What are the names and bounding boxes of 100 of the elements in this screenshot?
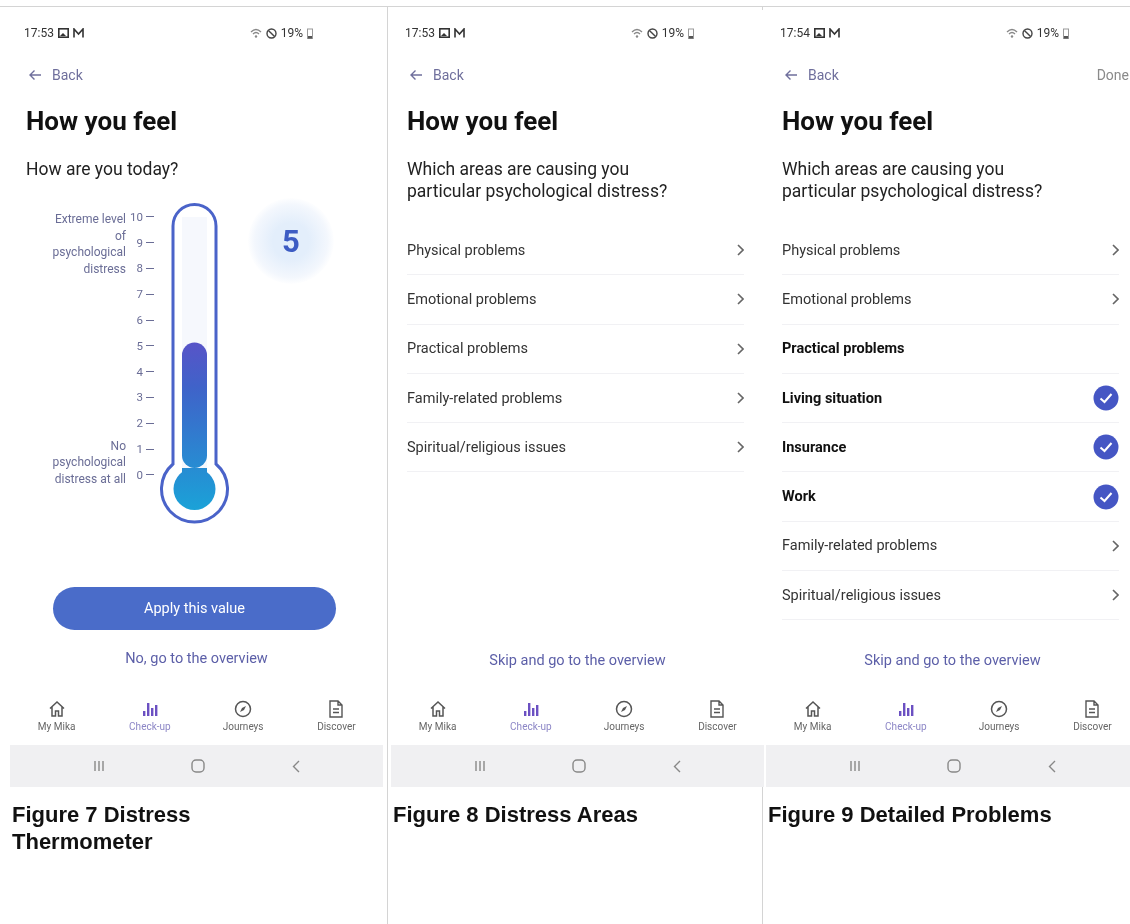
list-row[interactable]: Emotional problems xyxy=(407,275,744,325)
list-row[interactable]: Physical problems xyxy=(407,226,744,276)
category-label: Emotional problems xyxy=(782,290,912,308)
figure-caption: Figure 9 Detailed Problems xyxy=(767,801,1053,828)
back-arrow-icon xyxy=(784,69,798,81)
value-bubble: 5 xyxy=(248,198,334,284)
compass-icon xyxy=(615,700,634,718)
wifi-icon xyxy=(630,28,643,38)
home-button-icon[interactable] xyxy=(947,759,962,773)
overview-link[interactable]: No, go to the overview xyxy=(125,650,268,667)
document-icon xyxy=(328,700,345,718)
skip-link[interactable]: Skip and go to the overview xyxy=(489,652,666,669)
option-label: Living situation xyxy=(782,389,882,407)
done-link[interactable]: Done xyxy=(1096,67,1129,83)
do-not-disturb-icon xyxy=(265,27,277,39)
nav-tab[interactable]: Discover xyxy=(670,695,764,745)
status-time: 17:54 xyxy=(780,26,810,40)
document-icon xyxy=(709,700,726,718)
mail-icon xyxy=(72,28,84,38)
battery-icon xyxy=(1063,27,1069,39)
list-row[interactable]: Family-related problems xyxy=(782,521,1119,572)
category-label: Spiritual/religious issues xyxy=(407,438,567,456)
battery-icon xyxy=(688,27,694,39)
bar-chart-icon xyxy=(896,700,915,718)
back-button-icon[interactable] xyxy=(1047,759,1056,773)
checkbox-icon[interactable] xyxy=(1093,434,1119,461)
category-label: Physical problems xyxy=(407,241,526,259)
list-row[interactable]: Family-related problems xyxy=(407,373,744,424)
mail-icon xyxy=(828,28,840,38)
checkbox-icon[interactable] xyxy=(1093,385,1119,412)
scale-number: 1 xyxy=(136,442,143,457)
chevron-right-icon xyxy=(737,244,744,257)
battery-icon xyxy=(307,27,313,39)
option-label: Work xyxy=(782,488,816,506)
list-row[interactable]: Living situation xyxy=(782,373,1119,424)
question-text: Which areas are causing you particular psychological distress? xyxy=(782,158,1044,202)
nav-tab[interactable]: Journeys xyxy=(952,695,1046,745)
apply-button[interactable]: Apply this value xyxy=(53,587,336,630)
list-row[interactable]: Spiritual/religious issues xyxy=(782,571,1119,621)
wifi-icon xyxy=(249,28,262,38)
list-row[interactable]: Physical problems xyxy=(782,226,1119,276)
battery-percent: 19% xyxy=(280,26,303,40)
list-row[interactable]: Work xyxy=(782,472,1119,522)
category-label: Family-related problems xyxy=(782,537,938,555)
home-icon xyxy=(428,700,447,718)
recent-apps-icon[interactable] xyxy=(849,760,862,772)
nav-tab[interactable]: Journeys xyxy=(196,695,290,745)
back-link[interactable]: Back xyxy=(784,67,839,83)
list-row[interactable]: Spiritual/religious issues xyxy=(407,423,744,473)
nav-tab[interactable]: My Mika xyxy=(391,695,485,745)
battery-percent: 19% xyxy=(1036,26,1059,40)
category-label: Spiritual/religious issues xyxy=(782,586,942,604)
skip-link[interactable]: Skip and go to the overview xyxy=(864,652,1041,669)
page-title: How you feel xyxy=(406,105,560,136)
do-not-disturb-icon xyxy=(1021,27,1033,39)
back-arrow-icon xyxy=(28,69,42,81)
compass-icon xyxy=(990,700,1009,718)
category-label: Practical problems xyxy=(407,340,528,358)
scale-number: 9 xyxy=(136,235,143,250)
nav-tab[interactable]: My Mika xyxy=(10,695,104,745)
back-button-icon[interactable] xyxy=(672,759,681,773)
chevron-right-icon xyxy=(737,293,744,306)
status-time: 17:53 xyxy=(24,26,54,40)
option-label: Insurance xyxy=(782,438,847,456)
home-button-icon[interactable] xyxy=(191,759,206,773)
nav-tab[interactable]: Discover xyxy=(1045,695,1130,745)
section-heading: Practical problems xyxy=(782,340,905,358)
nav-tab[interactable]: Check-up xyxy=(103,695,197,745)
scale-bottom-label: No psychological distress at all xyxy=(51,437,126,487)
chevron-right-icon xyxy=(1112,589,1119,602)
nav-tab[interactable]: Check-up xyxy=(859,695,953,745)
recent-apps-icon[interactable] xyxy=(93,760,106,772)
scale-number: 8 xyxy=(136,261,143,276)
home-button-icon[interactable] xyxy=(572,759,587,773)
category-label: Family-related problems xyxy=(407,389,563,407)
recent-apps-icon[interactable] xyxy=(474,760,487,772)
list-row[interactable]: Practical problems xyxy=(407,324,744,374)
figure-caption: Figure 7 Distress Thermometer xyxy=(11,801,192,855)
nav-tab[interactable]: Check-up xyxy=(484,695,578,745)
nav-tab[interactable]: My Mika xyxy=(766,695,860,745)
back-arrow-icon xyxy=(409,69,423,81)
chevron-right-icon xyxy=(1112,539,1119,552)
nav-tab[interactable]: Discover xyxy=(289,695,383,745)
image-icon xyxy=(813,28,825,38)
list-row[interactable]: Emotional problems xyxy=(782,275,1119,325)
home-icon xyxy=(47,700,66,718)
nav-tab[interactable]: Journeys xyxy=(577,695,671,745)
chevron-right-icon xyxy=(1112,293,1119,306)
checkbox-icon[interactable] xyxy=(1093,483,1119,510)
list-row[interactable]: Insurance xyxy=(782,423,1119,473)
status-time: 17:53 xyxy=(405,26,435,40)
mail-icon xyxy=(453,28,465,38)
page-title: How you feel xyxy=(25,105,179,136)
back-button-icon[interactable] xyxy=(291,759,300,773)
scale-top-label: Extreme level of psychological distress xyxy=(51,211,126,277)
back-link[interactable]: Back xyxy=(28,67,83,83)
back-link[interactable]: Back xyxy=(409,67,464,83)
thermometer-slider[interactable] xyxy=(158,202,232,524)
scale-number: 7 xyxy=(136,287,143,302)
home-icon xyxy=(803,700,822,718)
